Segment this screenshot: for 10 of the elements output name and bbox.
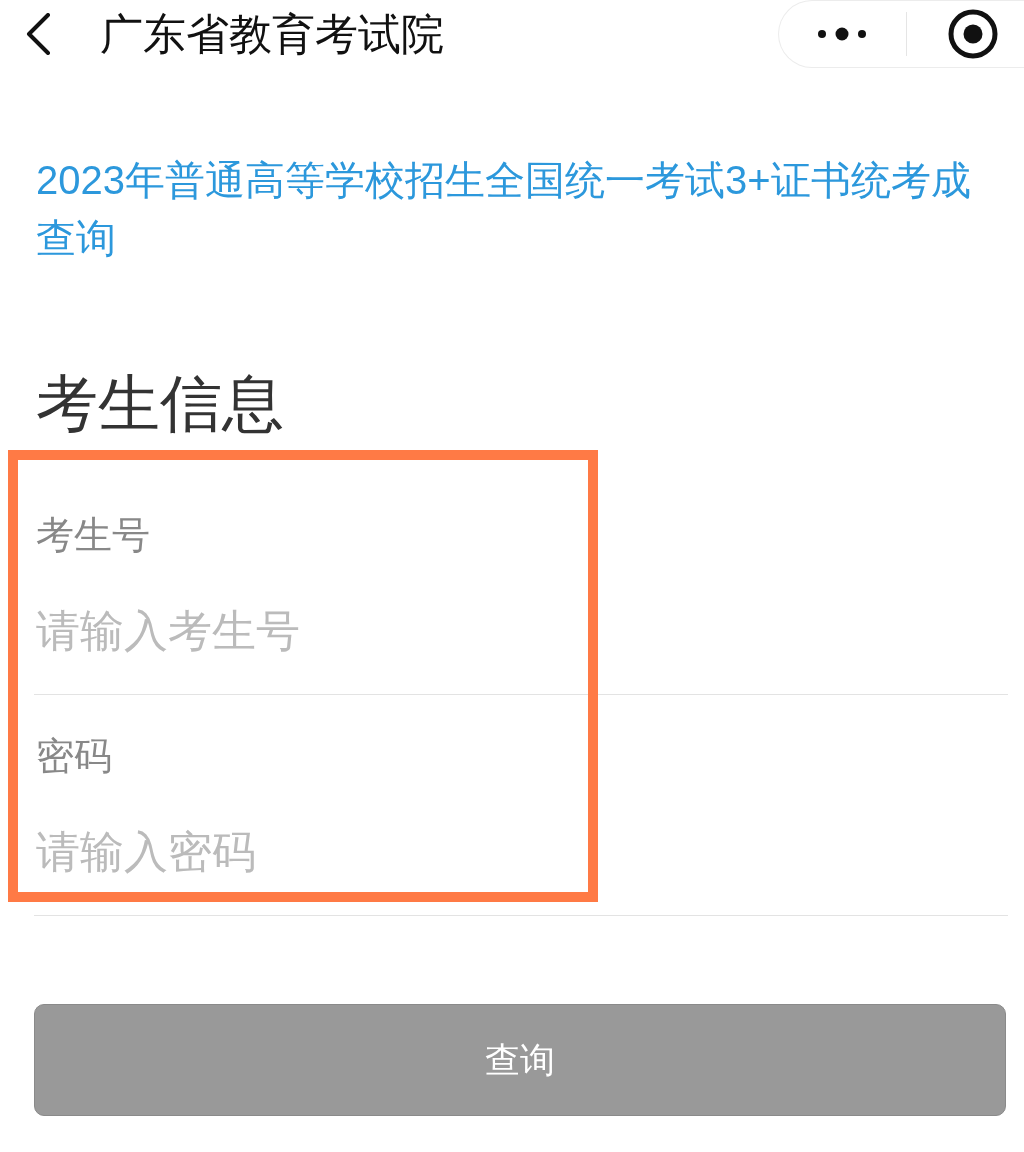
section-heading: 考生信息 [36,368,285,440]
field-label: 考生号 [36,513,150,558]
input-field[interactable]: 请输入密码 [34,822,1008,882]
page-title: 广东省教育考试院 [100,9,444,60]
field-label: 密码 [36,734,112,779]
exam-title: 2023年普通高等学校招生全国统一考试3+证书统考成 查询 [36,157,972,262]
chevron-left-icon [25,13,51,55]
target-icon [948,9,998,59]
input-field[interactable]: 请输入考生号 [34,601,1008,661]
more-icon [817,27,867,41]
